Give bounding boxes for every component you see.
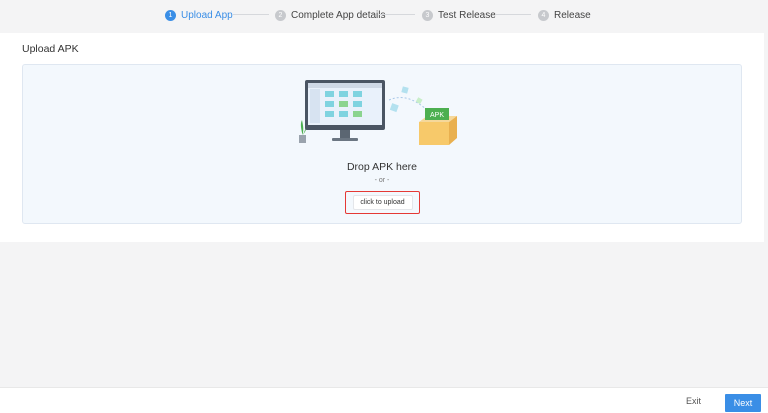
step-connector bbox=[495, 14, 531, 15]
monitor-stand bbox=[340, 130, 350, 138]
or-separator: - or - bbox=[374, 177, 390, 184]
steps-bar: 1 Upload App 2 Complete App details 3 Te… bbox=[0, 0, 768, 30]
step-connector bbox=[233, 14, 269, 15]
step-label: Upload App bbox=[181, 9, 233, 21]
next-button[interactable]: Next bbox=[725, 394, 761, 412]
upload-illustration-icon: APK bbox=[299, 80, 457, 145]
step-upload-app[interactable]: 1 Upload App bbox=[165, 8, 233, 22]
drop-apk-text: Drop APK here bbox=[346, 161, 418, 173]
step-label: Complete App details bbox=[291, 9, 386, 21]
exit-button[interactable]: Exit bbox=[686, 396, 701, 406]
step-complete-app-details[interactable]: 2 Complete App details bbox=[275, 8, 386, 22]
card-title: Upload APK bbox=[22, 43, 79, 55]
upload-highlight-box: click to upload bbox=[345, 191, 420, 214]
monitor-base bbox=[332, 138, 358, 141]
step-number: 4 bbox=[538, 9, 549, 21]
step-number: 1 bbox=[165, 9, 176, 21]
step-release[interactable]: 4 Release bbox=[538, 8, 591, 22]
plant-leaf bbox=[300, 120, 304, 135]
step-test-release[interactable]: 3 Test Release bbox=[422, 8, 496, 22]
step-label: Test Release bbox=[438, 9, 496, 21]
monitor-toolbar bbox=[308, 83, 382, 88]
step-number: 3 bbox=[422, 9, 433, 21]
apk-tag-label: APK bbox=[430, 112, 444, 119]
apk-dropzone[interactable]: APK Drop APK here - or - click to upload bbox=[22, 64, 742, 224]
step-label: Release bbox=[554, 9, 591, 21]
step-connector bbox=[379, 14, 415, 15]
flying-square bbox=[389, 103, 399, 113]
click-to-upload-button[interactable]: click to upload bbox=[352, 195, 413, 210]
monitor-sidebar bbox=[310, 89, 320, 123]
plant-pot bbox=[299, 135, 306, 143]
step-number: 2 bbox=[275, 9, 286, 21]
footer-bar: Exit Next bbox=[0, 387, 768, 413]
flying-square bbox=[401, 86, 409, 94]
upload-card: Upload APK APK Drop APK here - or - clic… bbox=[0, 33, 764, 242]
flying-square bbox=[415, 97, 423, 105]
box-front bbox=[419, 122, 449, 145]
